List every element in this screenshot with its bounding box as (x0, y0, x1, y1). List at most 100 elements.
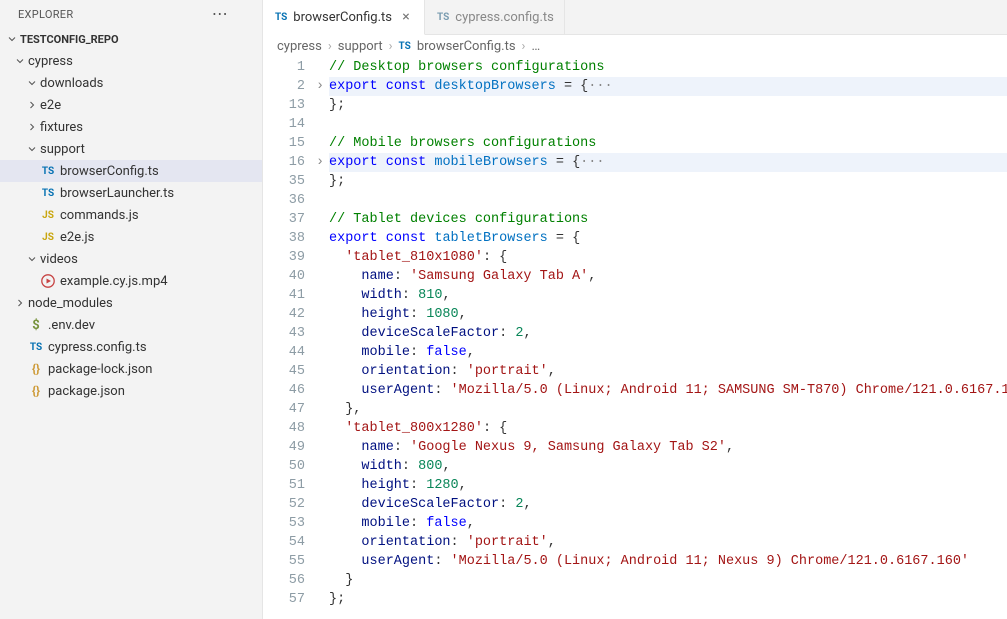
json-file-icon: {} (28, 361, 44, 377)
chevron-right-icon: › (328, 39, 332, 54)
tree-folder-cypress[interactable]: cypress (0, 50, 262, 72)
breadcrumb-part[interactable]: cypress (277, 39, 322, 54)
code-line: userAgent: 'Mozilla/5.0 (Linux; Android … (329, 381, 1007, 400)
ts-file-icon: TS (437, 12, 449, 23)
ts-file-icon: TS (399, 41, 411, 52)
breadcrumb-part[interactable]: support (338, 39, 383, 54)
code-line (329, 115, 1007, 134)
tree-file-commandsJs[interactable]: JS commands.js (0, 204, 262, 226)
tree-file-cypressConfig[interactable]: TS cypress.config.ts (0, 336, 262, 358)
tree-label: package-lock.json (48, 362, 152, 377)
code-line: height: 1080, (329, 305, 1007, 324)
json-file-icon: {} (28, 383, 44, 399)
tree-label: support (40, 142, 85, 157)
tree-file-packageLock[interactable]: {} package-lock.json (0, 358, 262, 380)
code-line: deviceScaleFactor: 2, (329, 324, 1007, 343)
tree-file-video[interactable]: example.cy.js.mp4 (0, 270, 262, 292)
tree-folder-fixtures[interactable]: fixtures (0, 116, 262, 138)
code-line (329, 191, 1007, 210)
tree-label: browserConfig.ts (60, 164, 159, 179)
chevron-right-icon (24, 97, 40, 113)
tree-label: videos (40, 252, 78, 267)
tree-file-browserLauncher[interactable]: TS browserLauncher.ts (0, 182, 262, 204)
code-line: name: 'Samsung Galaxy Tab A', (329, 267, 1007, 286)
code-line: }; (329, 590, 1007, 609)
chevron-down-icon (24, 251, 40, 267)
code-line: orientation: 'portrait', (329, 533, 1007, 552)
code-line: export const mobileBrowsers = {··· (329, 153, 1007, 172)
chevron-right-icon (24, 119, 40, 135)
tree-label: browserLauncher.ts (60, 186, 174, 201)
more-icon[interactable]: ⋯ (188, 6, 252, 22)
code-line: export const desktopBrowsers = {··· (329, 77, 1007, 96)
tree-folder-e2e[interactable]: e2e (0, 94, 262, 116)
repo-header[interactable]: TESTCONFIG_REPO (0, 28, 262, 50)
file-tree: cypress downloads e2e fixtures support T… (0, 50, 262, 619)
tree-label: package.json (48, 384, 125, 399)
tree-file-packageJson[interactable]: {} package.json (0, 380, 262, 402)
code-line: mobile: false, (329, 343, 1007, 362)
code-lines[interactable]: // Desktop browsers configurations expor… (329, 58, 1007, 619)
tree-label: commands.js (60, 208, 139, 223)
tree-file-browserConfig[interactable]: TS browserConfig.ts (0, 160, 262, 182)
fold-icon[interactable]: › (311, 153, 329, 172)
breadcrumb-part[interactable]: … (531, 39, 540, 54)
fold-icon[interactable]: › (311, 77, 329, 96)
breadcrumb-part[interactable]: browserConfig.ts (417, 39, 516, 54)
ts-file-icon: TS (40, 185, 56, 201)
tab-bar: TS browserConfig.ts × TS cypress.config.… (263, 0, 1007, 35)
tree-label: cypress.config.ts (48, 340, 147, 355)
editor-area: TS browserConfig.ts × TS cypress.config.… (263, 0, 1007, 619)
code-line: userAgent: 'Mozilla/5.0 (Linux; Android … (329, 552, 1007, 571)
chevron-down-icon (24, 141, 40, 157)
video-play-icon (40, 273, 56, 289)
code-line: export const tabletBrowsers = { (329, 229, 1007, 248)
tree-file-envDev[interactable]: $ .env.dev (0, 314, 262, 336)
code-line: // Desktop browsers configurations (329, 58, 1007, 77)
breadcrumb[interactable]: cypress › support › TS browserConfig.ts … (263, 35, 1007, 58)
close-icon[interactable]: × (398, 9, 414, 25)
code-line: }; (329, 172, 1007, 191)
tab-active[interactable]: TS browserConfig.ts × (263, 0, 425, 35)
chevron-right-icon: › (522, 39, 526, 54)
js-file-icon: JS (40, 229, 56, 245)
js-file-icon: JS (40, 207, 56, 223)
code-editor[interactable]: 1 2 13 14 15 16 35 36 37 38 39 40 41 42 … (263, 58, 1007, 619)
tree-folder-downloads[interactable]: downloads (0, 72, 262, 94)
tab-label: cypress.config.ts (455, 10, 554, 25)
code-line: orientation: 'portrait', (329, 362, 1007, 381)
chevron-down-icon (4, 31, 20, 47)
ts-file-icon: TS (40, 163, 56, 179)
line-number-gutter: 1 2 13 14 15 16 35 36 37 38 39 40 41 42 … (263, 58, 311, 619)
chevron-right-icon: › (389, 39, 393, 54)
chevron-down-icon (24, 75, 40, 91)
tree-label: .env.dev (48, 318, 95, 333)
explorer-title: EXPLORER (18, 8, 73, 21)
tree-folder-nodeModules[interactable]: node_modules (0, 292, 262, 314)
tree-folder-videos[interactable]: videos (0, 248, 262, 270)
tree-label: cypress (28, 54, 73, 69)
env-file-icon: $ (28, 317, 44, 333)
code-line: mobile: false, (329, 514, 1007, 533)
explorer-header: EXPLORER ⋯ (0, 0, 262, 28)
code-line: // Tablet devices configurations (329, 210, 1007, 229)
tree-label: example.cy.js.mp4 (60, 274, 168, 289)
tree-label: e2e.js (60, 230, 94, 245)
explorer-sidebar: EXPLORER ⋯ TESTCONFIG_REPO cypress downl… (0, 0, 263, 619)
ts-file-icon: TS (275, 12, 287, 23)
tab-inactive[interactable]: TS cypress.config.ts (425, 0, 565, 34)
code-line: width: 800, (329, 457, 1007, 476)
tree-folder-support[interactable]: support (0, 138, 262, 160)
tree-file-e2eJs[interactable]: JS e2e.js (0, 226, 262, 248)
fold-gutter: › › (311, 58, 329, 619)
code-line: 'tablet_800x1280': { (329, 419, 1007, 438)
code-line: deviceScaleFactor: 2, (329, 495, 1007, 514)
code-line: 'tablet_810x1080': { (329, 248, 1007, 267)
code-line: }, (329, 400, 1007, 419)
code-line: } (329, 571, 1007, 590)
chevron-down-icon (12, 53, 28, 69)
code-line: }; (329, 96, 1007, 115)
tree-label: fixtures (40, 120, 83, 135)
tree-label: e2e (40, 98, 61, 113)
chevron-right-icon (12, 295, 28, 311)
